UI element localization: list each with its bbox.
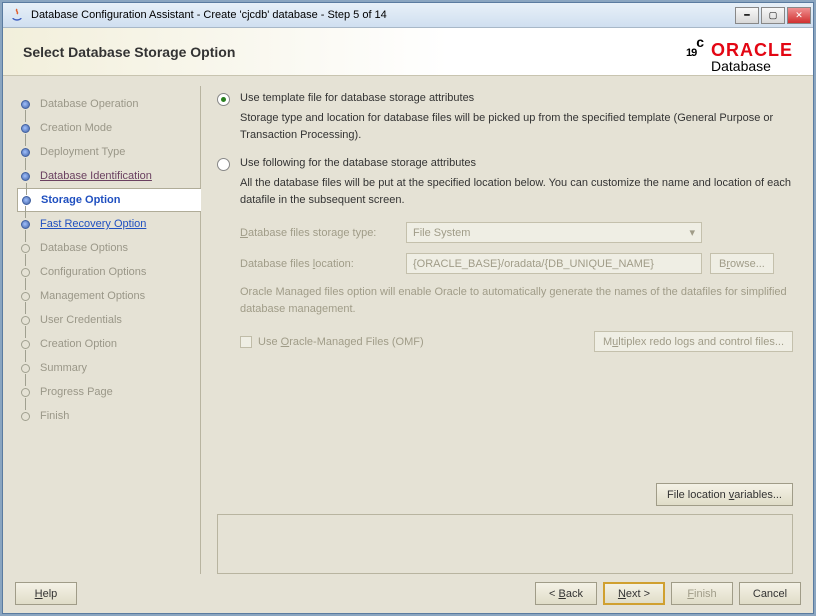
option-following-desc: All the database files will be put at th…	[240, 175, 793, 208]
step-dot-icon	[21, 268, 30, 277]
step-storage-option: Storage Option	[17, 188, 201, 212]
step-label: Fast Recovery Option	[40, 218, 146, 230]
step-dot-icon	[21, 148, 30, 157]
wizard-header: Select Database Storage Option 19c ORACL…	[3, 28, 813, 76]
step-label: Deployment Type	[40, 146, 125, 158]
omf-checkbox: Use Oracle-Managed Files (OMF)	[240, 336, 424, 348]
page-title: Select Database Storage Option	[23, 44, 235, 60]
step-dot-icon	[21, 124, 30, 133]
files-location-label: Database files location:	[240, 258, 398, 270]
java-icon	[9, 7, 25, 23]
step-dot-icon	[21, 100, 30, 109]
checkbox-icon	[240, 336, 252, 348]
step-finish: Finish	[17, 404, 196, 428]
step-user-credentials: User Credentials	[17, 308, 196, 332]
step-dot-icon	[21, 388, 30, 397]
wizard-steps: Database Operation Creation Mode Deploymen…	[13, 86, 201, 574]
file-location-variables-button[interactable]: File location variables...	[656, 483, 793, 506]
step-summary: Summary	[17, 356, 196, 380]
step-dot-icon	[21, 316, 30, 325]
maximize-button[interactable]: ▢	[761, 7, 785, 24]
window-title: Database Configuration Assistant - Creat…	[31, 9, 735, 21]
wizard-window: Database Configuration Assistant - Creat…	[2, 2, 814, 614]
storage-form: Database files storage type: File System…	[240, 222, 793, 352]
step-label: Database Identification	[40, 170, 152, 182]
browse-button: Browse...	[710, 253, 774, 274]
option-template-desc: Storage type and location for database f…	[240, 110, 793, 143]
step-label: Configuration Options	[40, 266, 146, 278]
step-label: User Credentials	[40, 314, 122, 326]
titlebar: Database Configuration Assistant - Creat…	[3, 3, 813, 28]
step-creation-mode: Creation Mode	[17, 116, 196, 140]
step-dot-icon	[21, 364, 30, 373]
step-management-options: Management Options	[17, 284, 196, 308]
wizard-footer: Help < Back Next > Finish Cancel	[3, 574, 813, 613]
step-label: Summary	[40, 362, 87, 374]
step-fast-recovery-option[interactable]: Fast Recovery Option	[17, 212, 196, 236]
next-button[interactable]: Next >	[603, 582, 665, 605]
close-button[interactable]: ✕	[787, 7, 811, 24]
step-label: Storage Option	[41, 194, 120, 206]
step-dot-icon	[21, 220, 30, 229]
step-configuration-options: Configuration Options	[17, 260, 196, 284]
step-database-options: Database Options	[17, 236, 196, 260]
step-dot-icon	[21, 412, 30, 421]
step-database-operation: Database Operation	[17, 92, 196, 116]
message-area	[217, 514, 793, 574]
brand-logo: 19c ORACLE Database	[686, 31, 793, 73]
multiplex-button: Multiplex redo logs and control files...	[594, 331, 793, 352]
step-progress-page: Progress Page	[17, 380, 196, 404]
cancel-button[interactable]: Cancel	[739, 582, 801, 605]
storage-type-label: Database files storage type:	[240, 227, 398, 239]
step-creation-option: Creation Option	[17, 332, 196, 356]
main-panel: Use template file for database storage a…	[201, 86, 803, 574]
storage-type-combo: File System	[406, 222, 702, 243]
step-dot-icon	[22, 196, 31, 205]
step-database-identification[interactable]: Database Identification	[17, 164, 196, 188]
step-dot-icon	[21, 340, 30, 349]
step-deployment-type: Deployment Type	[17, 140, 196, 164]
finish-button: Finish	[671, 582, 733, 605]
help-button[interactable]: Help	[15, 582, 77, 605]
step-label: Finish	[40, 410, 69, 422]
step-label: Creation Option	[40, 338, 117, 350]
radio-icon[interactable]	[217, 93, 230, 106]
step-label: Progress Page	[40, 386, 113, 398]
files-location-input: {ORACLE_BASE}/oradata/{DB_UNIQUE_NAME}	[406, 253, 702, 274]
back-button[interactable]: < Back	[535, 582, 597, 605]
step-dot-icon	[21, 172, 30, 181]
omf-note: Oracle Managed files option will enable …	[240, 284, 793, 317]
step-dot-icon	[21, 292, 30, 301]
step-label: Creation Mode	[40, 122, 112, 134]
option-template[interactable]: Use template file for database storage a…	[217, 92, 793, 106]
step-dot-icon	[21, 244, 30, 253]
step-label: Management Options	[40, 290, 145, 302]
step-label: Database Options	[40, 242, 128, 254]
minimize-button[interactable]: ━	[735, 7, 759, 24]
option-following[interactable]: Use following for the database storage a…	[217, 157, 793, 171]
radio-icon[interactable]	[217, 158, 230, 171]
step-label: Database Operation	[40, 98, 138, 110]
